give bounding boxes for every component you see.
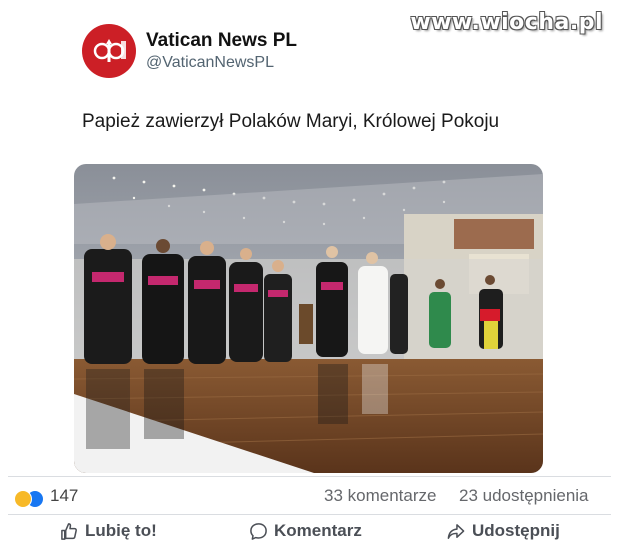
shares-count[interactable]: 23 udostępnienia: [459, 486, 589, 506]
photo-pope-audience-hall: [74, 164, 543, 473]
like-label: Lubię to!: [85, 521, 157, 540]
divider: [8, 514, 611, 515]
share-label: Udostępnij: [472, 521, 560, 540]
share-button[interactable]: Udostępnij: [446, 521, 560, 541]
embedded-post-card[interactable]: Vatican News PL @VaticanNewsPL Papież za…: [58, 0, 562, 476]
haha-reaction-icon: [14, 490, 32, 508]
engagement-stats: 147 33 komentarze 23 udostępnienia: [0, 477, 619, 515]
post-actions: Lubię to! Komentarz Udostępnij: [0, 516, 619, 544]
comment-button[interactable]: Komentarz: [249, 521, 362, 541]
post-text: Papież zawierzył Polaków Maryi, Królowej…: [82, 111, 500, 132]
account-name[interactable]: Vatican News PL: [146, 30, 297, 52]
account-handle[interactable]: @VaticanNewsPL: [146, 54, 274, 72]
post-photo[interactable]: [74, 164, 543, 473]
share-arrow-icon: [447, 523, 465, 539]
thumbs-up-icon: [61, 522, 77, 540]
comments-count[interactable]: 33 komentarze: [324, 486, 436, 506]
watermark: www.wiocha.pl: [410, 10, 603, 35]
vatican-news-logo-icon: [93, 39, 126, 62]
like-button[interactable]: Lubię to!: [60, 521, 157, 541]
reaction-icons[interactable]: [14, 490, 44, 508]
comment-label: Komentarz: [274, 521, 362, 540]
account-avatar[interactable]: [82, 24, 136, 78]
reaction-count[interactable]: 147: [50, 486, 78, 506]
comment-bubble-icon: [250, 522, 267, 540]
